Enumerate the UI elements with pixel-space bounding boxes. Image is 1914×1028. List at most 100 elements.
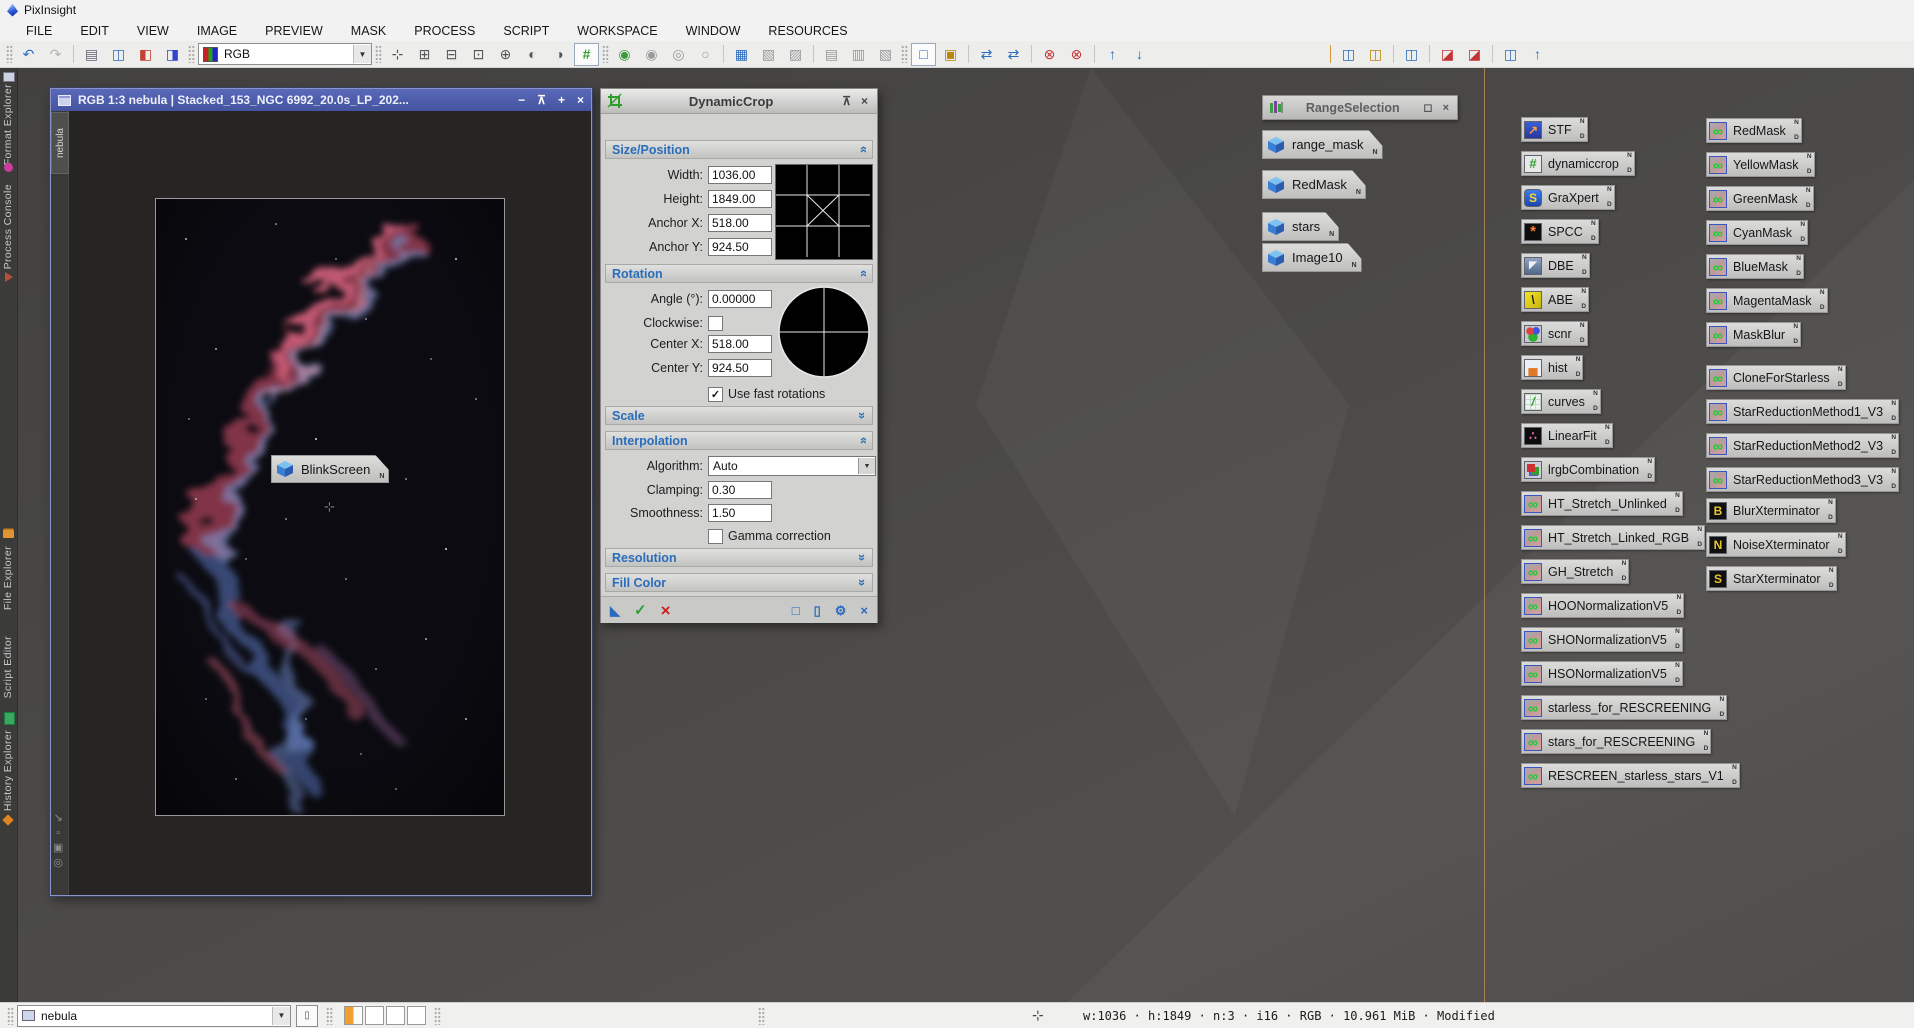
process-icon[interactable]: ∞ BlueMask ND <box>1706 254 1804 279</box>
readout-gray3-icon[interactable]: ▧ <box>873 43 898 66</box>
new-view-button[interactable]: ▯ <box>296 1005 318 1027</box>
menu-item[interactable]: WORKSPACE <box>563 22 671 40</box>
reset-button[interactable]: □ <box>792 604 800 617</box>
image-shade-button[interactable]: ⊼ <box>537 94 546 106</box>
process-icon[interactable]: ∞ stars_for_RESCREENING ND <box>1521 729 1711 754</box>
track-view-button[interactable]: ◣ <box>610 604 620 617</box>
menu-item[interactable]: VIEW <box>123 22 183 40</box>
process-icon[interactable]: ∞ StarReductionMethod3_V3 ND <box>1706 467 1899 492</box>
rotation-dial-widget[interactable] <box>777 285 871 379</box>
clockwise-checkbox[interactable] <box>708 316 723 331</box>
monitor-blue-icon[interactable]: ◫ <box>1336 43 1361 66</box>
process-icon[interactable]: / curves ND <box>1521 389 1601 414</box>
color-swatch[interactable] <box>365 1006 384 1025</box>
zoom-to-fit-icon[interactable]: ⊞ <box>412 43 437 66</box>
process-console-icon[interactable] <box>5 272 13 282</box>
menu-item[interactable]: MASK <box>337 22 400 40</box>
zoom-out-icon[interactable]: ⊟ <box>439 43 464 66</box>
readout-gray-icon[interactable]: ▤ <box>819 43 844 66</box>
statusbar-drag-handle[interactable] <box>758 1007 765 1025</box>
monitor-close-all-icon[interactable]: ◪ <box>1462 43 1487 66</box>
dialog-shade-button[interactable]: ⊼ <box>839 94 854 108</box>
file-explorer-icon[interactable] <box>3 530 14 538</box>
pan-mode-icon[interactable]: ⊕ <box>493 43 518 66</box>
monitor-close-icon[interactable]: ◪ <box>1435 43 1460 66</box>
stf-auto-stretch-icon[interactable]: ◉ <box>612 43 637 66</box>
menu-item[interactable]: PREVIEW <box>251 22 337 40</box>
process-icon[interactable]: lrgbCombination ND <box>1521 457 1655 482</box>
script-editor-icon[interactable] <box>4 712 15 725</box>
workspace-swap2-icon[interactable]: ⇄ <box>1001 43 1026 66</box>
view-selector-dropdown[interactable]: nebula ▼ <box>17 1005 291 1027</box>
menu-item[interactable]: EDIT <box>66 22 122 40</box>
screen-mode-gray-icon[interactable]: ▧ <box>756 43 781 66</box>
sidebar-item-file-explorer[interactable]: File Explorer <box>2 546 14 610</box>
process-icon[interactable]: ∞ HT_Stretch_Unlinked ND <box>1521 491 1683 516</box>
process-icon[interactable]: ∞ CyanMask ND <box>1706 220 1808 245</box>
image-icon-stars[interactable]: stars N <box>1262 212 1339 241</box>
toolbar-drag-handle[interactable] <box>188 45 195 63</box>
process-icon[interactable]: ∞ YellowMask ND <box>1706 152 1815 177</box>
collapse-button[interactable]: × <box>860 604 868 617</box>
process-icon[interactable]: ∴ LinearFit ND <box>1521 423 1613 448</box>
process-icon[interactable]: B BlurXterminator ND <box>1706 498 1836 523</box>
monitor-24bit-icon[interactable]: ◫ <box>1363 43 1388 66</box>
new-instance-button[interactable]: ▯ <box>814 604 821 617</box>
section-chevron-icon[interactable]: » <box>855 579 870 586</box>
color-swatch[interactable] <box>386 1006 405 1025</box>
smoothness-field[interactable] <box>708 504 772 522</box>
fit-window-icon[interactable]: ⊡ <box>466 43 491 66</box>
cancel-button[interactable]: × <box>661 602 671 619</box>
process-icon[interactable]: ∞ MaskBlur ND <box>1706 322 1801 347</box>
statusbar-drag-handle[interactable] <box>326 1007 333 1025</box>
image-icon-redmask[interactable]: RedMask N <box>1262 170 1366 199</box>
close-all-images-icon[interactable]: ⊗ <box>1064 43 1089 66</box>
menu-item[interactable]: SCRIPT <box>489 22 563 40</box>
section-interpolation[interactable]: Interpolation » <box>605 431 873 450</box>
algorithm-dropdown[interactable]: Auto ▼ <box>708 456 876 476</box>
layers-mode-icon[interactable]: ▣ <box>53 842 63 854</box>
angle-field[interactable] <box>708 290 772 308</box>
process-icon[interactable]: N NoiseXterminator ND <box>1706 532 1846 557</box>
stf-enabled-icon[interactable]: ◉ <box>639 43 664 66</box>
toolbar-drag-handle[interactable] <box>6 45 13 63</box>
sidebar-item-history-explorer[interactable]: History Explorer <box>2 730 14 811</box>
send-to-back-icon[interactable]: ↓ <box>1127 43 1152 66</box>
section-scale[interactable]: Scale » <box>605 406 873 425</box>
process-icon[interactable]: ∞ CloneForStarless ND <box>1706 365 1846 390</box>
workspace-swap-icon[interactable]: ⇄ <box>974 43 999 66</box>
stf-off-icon[interactable]: ○ <box>693 43 718 66</box>
section-chevron-icon[interactable]: » <box>855 412 870 419</box>
section-chevron-icon[interactable]: » <box>855 437 870 444</box>
redo-icon[interactable]: ↷ <box>43 43 68 66</box>
process-icon[interactable]: ↗ STF ND <box>1521 117 1588 142</box>
selection-mode-icon[interactable]: ▫ <box>53 827 63 839</box>
process-icon[interactable]: S GraXpert ND <box>1521 185 1615 210</box>
active-color-swatch[interactable] <box>344 1006 363 1025</box>
format-explorer-icon[interactable] <box>4 163 13 172</box>
mask-color-icon[interactable]: ▣ <box>938 43 963 66</box>
process-icon[interactable]: ∞ StarReductionMethod1_V3 ND <box>1706 399 1899 424</box>
process-icon[interactable]: \ ABE ND <box>1521 287 1589 312</box>
process-icon[interactable]: ∞ MagentaMask ND <box>1706 288 1828 313</box>
new-image-icon[interactable]: ▤ <box>79 43 104 66</box>
process-icon[interactable]: ∞ starless_for_RESCREENING ND <box>1521 695 1727 720</box>
section-fill-color[interactable]: Fill Color » <box>605 573 873 592</box>
sidebar-item-script-editor[interactable]: Script Editor <box>2 636 14 698</box>
image-minimize-button[interactable]: − <box>518 94 525 106</box>
rangeselection-restore-button[interactable]: ◻ <box>1421 101 1434 114</box>
process-icon[interactable]: ∞ HOONormalizationV5 ND <box>1521 593 1684 618</box>
menu-item[interactable]: WINDOW <box>672 22 755 40</box>
rangeselection-close-button[interactable]: × <box>1441 102 1451 114</box>
dialog-close-button[interactable]: × <box>858 94 871 108</box>
process-icon[interactable]: ∞ HT_Stretch_Linked_RGB ND <box>1521 525 1705 550</box>
image-split-red-blue-icon[interactable]: ◨ <box>160 43 185 66</box>
process-icon[interactable]: scnr ND <box>1521 321 1588 346</box>
view-tab-nebula[interactable]: nebula <box>51 112 69 174</box>
toolbar-drag-handle[interactable] <box>901 45 908 63</box>
section-size-position[interactable]: Size/Position » <box>605 140 873 159</box>
image-window-title-bar[interactable]: RGB 1:3 nebula | Stacked_153_NGC 6992_20… <box>51 89 591 111</box>
toolbar-drag-handle[interactable] <box>602 45 609 63</box>
process-icon[interactable]: S StarXterminator ND <box>1706 566 1837 591</box>
dropdown-arrow-icon[interactable]: ▼ <box>858 458 875 474</box>
